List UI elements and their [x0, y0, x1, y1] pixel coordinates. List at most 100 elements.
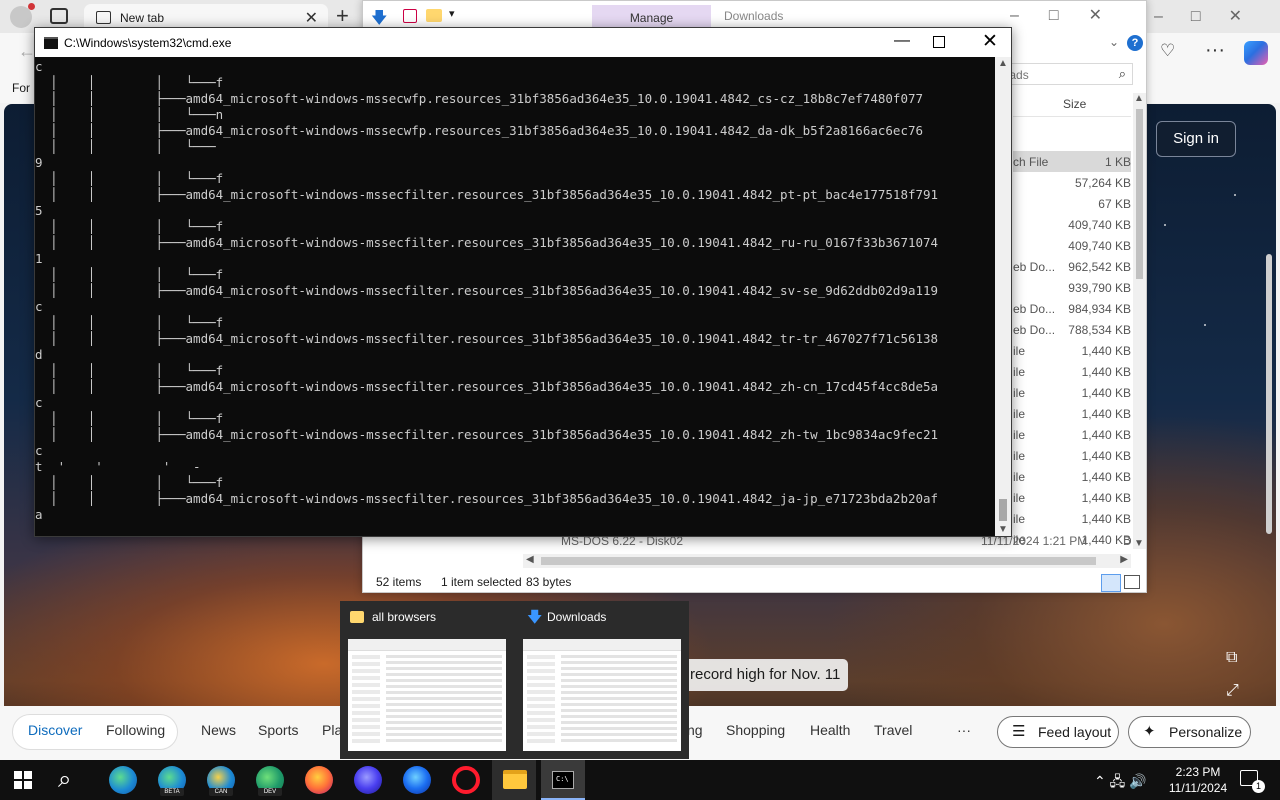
cmd-icon[interactable]: C:\ — [552, 771, 574, 789]
status-bar: 52 items 1 item selected 83 bytes — [363, 572, 1146, 593]
new-folder-icon[interactable] — [426, 9, 442, 22]
tab-partial[interactable]: ng — [687, 722, 703, 738]
tab-health[interactable]: Health — [810, 722, 850, 738]
file-row[interactable]: 409,740 KB — [1013, 235, 1131, 256]
system-tray-icons[interactable]: ⌃ 🖧 🔊 — [1094, 771, 1147, 795]
page-scrollbar[interactable] — [1266, 254, 1272, 534]
browser-essentials-icon[interactable]: ♡ — [1160, 41, 1175, 61]
file-row[interactable]: ile 1,440 KB — [1013, 361, 1131, 382]
scroll-down-icon[interactable]: ▼ — [998, 524, 1008, 535]
file-row[interactable]: 409,740 KB — [1013, 214, 1131, 235]
properties-icon[interactable] — [403, 9, 417, 23]
file-row[interactable]: 57,264 KB — [1013, 172, 1131, 193]
ribbon-expand-icon[interactable]: ⌄ — [1109, 35, 1119, 49]
sign-in-button[interactable]: Sign in — [1156, 121, 1236, 157]
firefox-nightly-icon[interactable] — [354, 766, 382, 794]
scroll-down-icon[interactable]: ▼ — [1134, 538, 1144, 549]
tab-sports[interactable]: Sports — [258, 722, 298, 738]
file-row[interactable]: ile 1,440 KB — [1013, 424, 1131, 445]
favorites-item[interactable]: For — [12, 81, 30, 95]
feed-layout-button[interactable]: ☰ Feed layout — [997, 716, 1119, 748]
profile-avatar[interactable] — [10, 3, 35, 28]
scroll-right-icon[interactable]: ▶ — [1120, 554, 1128, 565]
file-row[interactable]: 939,790 KB — [1013, 277, 1131, 298]
edge-icon[interactable] — [109, 766, 137, 794]
console-line: │ │ │ └───f — [35, 315, 224, 330]
firefox-icon[interactable] — [305, 766, 333, 794]
help-icon[interactable]: ? — [1127, 35, 1143, 51]
quick-access-dropdown-icon[interactable]: ▾ — [449, 7, 455, 20]
file-type: Disc Image File — [1123, 534, 1131, 548]
minimize-button[interactable]: — — [887, 32, 917, 54]
console-line: │ │ ├───amd64_microsoft-windows-mssecfil… — [35, 283, 939, 298]
edge-dev-icon[interactable]: DEV — [256, 766, 284, 796]
file-type: ch File — [1013, 155, 1049, 169]
file-row[interactable]: ile 1,440 KB — [1013, 403, 1131, 424]
personalize-label: Personalize — [1169, 724, 1243, 740]
start-button[interactable] — [14, 771, 32, 789]
image-info-icon[interactable]: ⧉ — [1226, 649, 1237, 667]
file-row[interactable]: ch File 1 KB — [1013, 151, 1131, 172]
console-line: c — [35, 59, 43, 74]
console-output[interactable]: c │ │ │ └───f │ │ ├───amd64_microsoft-wi… — [35, 57, 995, 536]
file-row[interactable]: ile 1,440 KB — [1013, 487, 1131, 508]
cmd-app-icon — [44, 37, 58, 49]
tab-travel[interactable]: Travel — [874, 722, 912, 738]
file-row[interactable]: eb Do... 788,534 KB — [1013, 319, 1131, 340]
sliders-icon: ☰ — [1012, 723, 1026, 740]
expand-icon[interactable]: ⤢ — [1226, 682, 1239, 700]
maximize-button[interactable] — [933, 36, 945, 48]
scroll-up-icon[interactable]: ▲ — [998, 58, 1008, 69]
file-row[interactable]: 67 KB — [1013, 193, 1131, 214]
file-row[interactable]: ile 1,440 KB — [1013, 466, 1131, 487]
tab-shopping[interactable]: Shopping — [726, 722, 785, 738]
details-view-icon[interactable] — [1101, 574, 1121, 592]
firefox-dev-icon[interactable] — [403, 766, 431, 794]
star — [1234, 194, 1236, 196]
new-tab-button[interactable]: + — [336, 3, 349, 29]
opera-icon[interactable] — [452, 766, 480, 794]
column-header-size[interactable]: Size — [1013, 89, 1131, 117]
file-row[interactable]: ile 1,440 KB — [1013, 382, 1131, 403]
scroll-left-icon[interactable]: ◀ — [526, 554, 534, 565]
tab-discover[interactable]: Discover — [28, 722, 82, 738]
cmd-title-bar[interactable]: C:\Windows\system32\cmd.exe — ✕ — [35, 28, 1011, 57]
file-row[interactable]: ile 1,440 KB — [1013, 508, 1131, 529]
horizontal-scroll-thumb[interactable] — [541, 557, 1096, 565]
file-row[interactable]: ile 1,440 KB — [1013, 340, 1131, 361]
console-scrollbar[interactable]: ▲ ▼ — [995, 57, 1011, 536]
file-row[interactable]: eb Do... 962,542 KB — [1013, 256, 1131, 277]
tab-close-icon[interactable]: ✕ — [305, 8, 318, 28]
preview-bar — [348, 639, 506, 651]
thumbnail-downloads[interactable]: 🡇 Downloads — [515, 601, 685, 759]
edge-canary-icon[interactable]: CAN — [207, 766, 235, 796]
horizontal-scrollbar[interactable]: ◀ ▶ — [523, 554, 1131, 568]
start-logo-pane — [24, 781, 32, 789]
tab-following[interactable]: Following — [106, 722, 165, 738]
scroll-thumb[interactable] — [999, 499, 1007, 521]
large-icons-view-icon[interactable] — [1124, 575, 1140, 589]
file-row[interactable]: ile 1,440 KB — [1013, 445, 1131, 466]
tab-news[interactable]: News — [201, 722, 236, 738]
clock[interactable]: 2:23 PM 11/11/2024 — [1166, 764, 1230, 796]
tab-actions-icon[interactable] — [50, 8, 68, 24]
explorer-window-controls[interactable]: –□✕ — [1010, 5, 1132, 25]
scroll-thumb[interactable] — [1136, 109, 1143, 279]
close-button[interactable]: ✕ — [975, 30, 1005, 54]
file-list: ch File 1 KB 57,264 KB 67 KB 409,740 KB 409,7… — [1013, 151, 1131, 550]
more-tabs-button[interactable]: ··· — [957, 722, 971, 738]
file-list-scrollbar[interactable]: ▲ ▼ — [1133, 93, 1146, 549]
edge-beta-icon[interactable]: BETA — [158, 766, 186, 796]
file-row[interactable]: eb Do... 984,934 KB — [1013, 298, 1131, 319]
search-input[interactable]: loads ⌕ — [993, 63, 1133, 85]
console-line: │ │ │ └───f — [35, 363, 224, 378]
thumbnail-all-browsers[interactable]: all browsers — [340, 601, 510, 759]
browser-window-controls[interactable]: –□✕ — [1154, 6, 1270, 26]
scroll-up-icon[interactable]: ▲ — [1134, 93, 1144, 104]
personalize-button[interactable]: ✦ Personalize — [1128, 716, 1251, 748]
copilot-icon[interactable] — [1244, 41, 1268, 65]
search-icon[interactable]: ⌕ — [58, 766, 71, 794]
notification-center-icon[interactable]: 1 — [1240, 770, 1265, 793]
file-explorer-icon[interactable] — [503, 770, 527, 789]
more-options-icon[interactable]: ··· — [1205, 39, 1225, 62]
